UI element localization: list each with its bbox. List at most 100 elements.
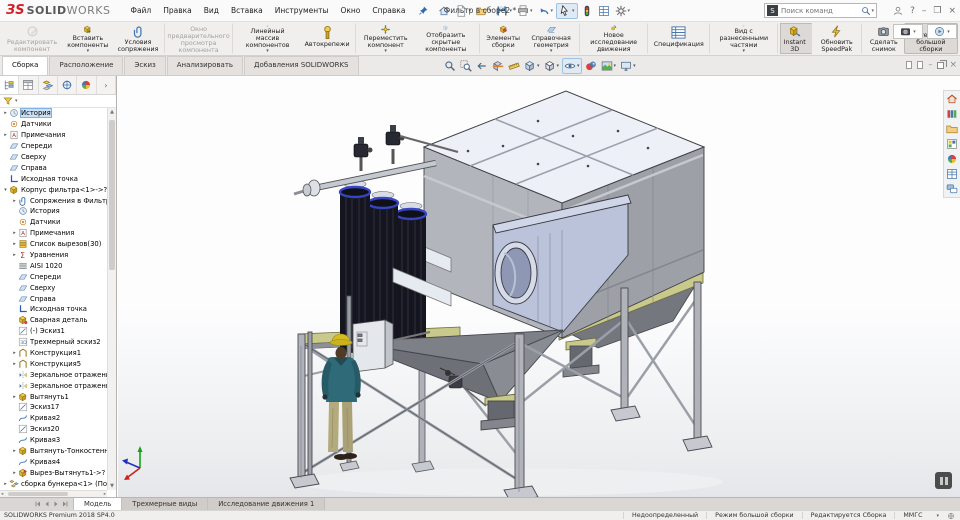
model-nav-last-button[interactable] xyxy=(61,500,69,508)
previous-view-button[interactable] xyxy=(475,59,489,73)
dropdown-icon[interactable]: ▾ xyxy=(502,49,505,54)
tree-item[interactable]: (-) Эскиз1 xyxy=(0,326,107,337)
tree-item[interactable]: Датчики xyxy=(0,119,107,130)
model-nav-prev-button[interactable] xyxy=(43,500,51,508)
new-document-button[interactable]: ▾ xyxy=(453,4,473,18)
expand-collapsed-icon[interactable]: ▸ xyxy=(11,361,18,367)
model-tab-Исследование движения 1[interactable]: Исследование движения 1 xyxy=(208,498,326,510)
zoom-area-button[interactable] xyxy=(459,59,473,73)
dropdown-icon[interactable]: ▾ xyxy=(947,29,950,35)
model-nav-next-button[interactable] xyxy=(52,500,60,508)
dropdown-icon[interactable]: ▾ xyxy=(87,49,90,54)
expand-collapsed-icon[interactable]: ▸ xyxy=(11,230,18,236)
scroll-up-icon[interactable]: ▲ xyxy=(108,109,116,115)
tree-item[interactable]: Кривая2 xyxy=(0,413,107,424)
animation-panel[interactable]: ▾ xyxy=(927,24,957,39)
search-dropdown-icon[interactable]: ▾ xyxy=(871,8,874,14)
dropdown-icon[interactable]: ▾ xyxy=(743,49,746,54)
ribbon-show-hidden-button[interactable]: Отобразить скрытые компоненты xyxy=(414,23,480,54)
open-dropdown-icon[interactable]: ▾ xyxy=(489,8,492,14)
tab-Анализировать[interactable]: Анализировать xyxy=(166,56,244,75)
hide-show-items-button[interactable]: ▾ xyxy=(562,58,582,74)
restore-button[interactable]: ❒ xyxy=(933,6,941,16)
tree-item[interactable]: Спереди xyxy=(0,271,107,282)
tree-item[interactable]: ▸ Вырез-Вытянуть1->? xyxy=(0,467,107,478)
expand-collapsed-icon[interactable]: ▸ xyxy=(11,448,18,454)
save-dropdown-icon[interactable]: ▾ xyxy=(509,8,512,14)
tree-item[interactable]: ▾ Корпус фильтра<1>->? (По у xyxy=(0,184,107,195)
open-button[interactable]: ▾ xyxy=(474,4,494,18)
panel-tab-dimxpert-manager[interactable] xyxy=(58,76,78,94)
search-icon[interactable] xyxy=(861,6,871,16)
tree-horizontal-scrollbar[interactable]: ◂ ▸ xyxy=(0,490,107,497)
tree-item[interactable]: ▸ История xyxy=(0,108,107,119)
ribbon-exploded-view-button[interactable]: Вид с разнесенными частями ▾ xyxy=(712,23,778,54)
tree-filter-bar[interactable]: ▾ xyxy=(0,95,116,108)
tree-item[interactable]: Зеркальное отражение2 xyxy=(0,369,107,380)
tree-item[interactable]: Сверху xyxy=(0,152,107,163)
new-document-dropdown-icon[interactable]: ▾ xyxy=(468,8,471,14)
design-library-button[interactable] xyxy=(945,108,960,120)
doc-page-icon[interactable] xyxy=(917,61,924,69)
tree-item[interactable]: 3D Трехмерный эскиз2 xyxy=(0,337,107,348)
search-scope-icon[interactable]: S xyxy=(767,5,778,16)
tab-Сборка[interactable]: Сборка xyxy=(2,56,49,75)
forum-button[interactable] xyxy=(945,183,960,195)
tree-item[interactable]: ▸ Вытянуть1 xyxy=(0,391,107,402)
tree-item[interactable]: Зеркальное отражение1 xyxy=(0,380,107,391)
menu-Вид[interactable]: Вид xyxy=(198,0,225,21)
options-dropdown-icon[interactable]: ▾ xyxy=(628,8,631,14)
solidworks-resources-button[interactable] xyxy=(945,93,960,105)
panel-tab-expand-pane[interactable]: › xyxy=(97,76,116,94)
zoom-fit-button[interactable] xyxy=(443,59,457,73)
ribbon-instant3d-button[interactable]: Instant 3D xyxy=(779,23,812,54)
tree-item[interactable]: Сверху xyxy=(0,282,107,293)
tree-item[interactable]: История xyxy=(0,206,107,217)
ribbon-motion-study-button[interactable]: Новое исследование движения xyxy=(582,23,648,54)
view-palette-button[interactable] xyxy=(945,138,960,150)
panel-tab-configuration-manager[interactable] xyxy=(39,76,58,94)
doc-close-icon[interactable]: × xyxy=(949,61,957,70)
menu-Окно[interactable]: Окно xyxy=(334,0,366,21)
pin-icon[interactable] xyxy=(419,6,428,15)
close-button[interactable]: × xyxy=(948,6,956,16)
measure-button[interactable] xyxy=(507,59,521,73)
tree-vertical-scrollbar[interactable]: ▲ ▼ xyxy=(107,108,116,490)
expand-collapsed-icon[interactable]: ▸ xyxy=(11,470,18,476)
tree-item[interactable]: Датчики xyxy=(0,217,107,228)
expand-collapsed-icon[interactable]: ▸ xyxy=(11,241,18,247)
tree-item[interactable]: Справа xyxy=(0,162,107,173)
select-cursor-button[interactable]: ▾ xyxy=(556,2,578,19)
tree-item[interactable]: ▸ Список вырезов(30) xyxy=(0,239,107,250)
undo-dropdown-icon[interactable]: ▾ xyxy=(551,8,554,14)
ribbon-reference-geometry-button[interactable]: Справочная геометрия ▾ xyxy=(525,23,580,54)
expand-collapsed-icon[interactable]: ▸ xyxy=(2,132,9,138)
menu-Инструменты[interactable]: Инструменты xyxy=(269,0,335,21)
expand-collapsed-icon[interactable]: ▸ xyxy=(2,481,9,487)
dropdown-icon[interactable]: ▾ xyxy=(266,49,269,54)
expand-collapsed-icon[interactable]: ▸ xyxy=(11,198,18,204)
model-tab-Модель[interactable]: Модель xyxy=(74,498,123,510)
ribbon-smart-fasteners-button[interactable]: Автокрепежи xyxy=(301,23,356,54)
tree-item[interactable]: ▸ A Примечания xyxy=(0,130,107,141)
scroll-down-icon[interactable]: ▼ xyxy=(108,483,116,489)
menu-Файл[interactable]: Файл xyxy=(125,0,158,21)
tree-item[interactable]: ▸ Σ Уравнения xyxy=(0,250,107,261)
tree-item[interactable]: Эскиз17 xyxy=(0,402,107,413)
doc-minimize-icon[interactable]: – xyxy=(928,61,932,69)
rebuild-button[interactable] xyxy=(579,4,595,18)
dropdown-icon[interactable]: ▾ xyxy=(633,63,636,69)
tab-Эскиз[interactable]: Эскиз xyxy=(124,56,166,75)
dropdown-icon[interactable]: ▾ xyxy=(577,63,580,69)
file-properties-button[interactable] xyxy=(596,4,612,18)
ribbon-insert-components-button[interactable]: Вставить компоненты ▾ xyxy=(62,23,113,54)
dropdown-icon[interactable]: ▾ xyxy=(384,49,387,54)
scrollbar-thumb[interactable] xyxy=(8,492,68,496)
globe-icon[interactable] xyxy=(945,512,960,520)
menu-Вставка[interactable]: Вставка xyxy=(225,0,269,21)
menu-Правка[interactable]: Правка xyxy=(157,0,198,21)
print-dropdown-icon[interactable]: ▾ xyxy=(530,8,533,14)
view-orientation-button[interactable]: ▾ xyxy=(523,59,541,73)
filter-dropdown-icon[interactable]: ▾ xyxy=(15,98,18,104)
print-button[interactable]: ▾ xyxy=(515,4,535,18)
